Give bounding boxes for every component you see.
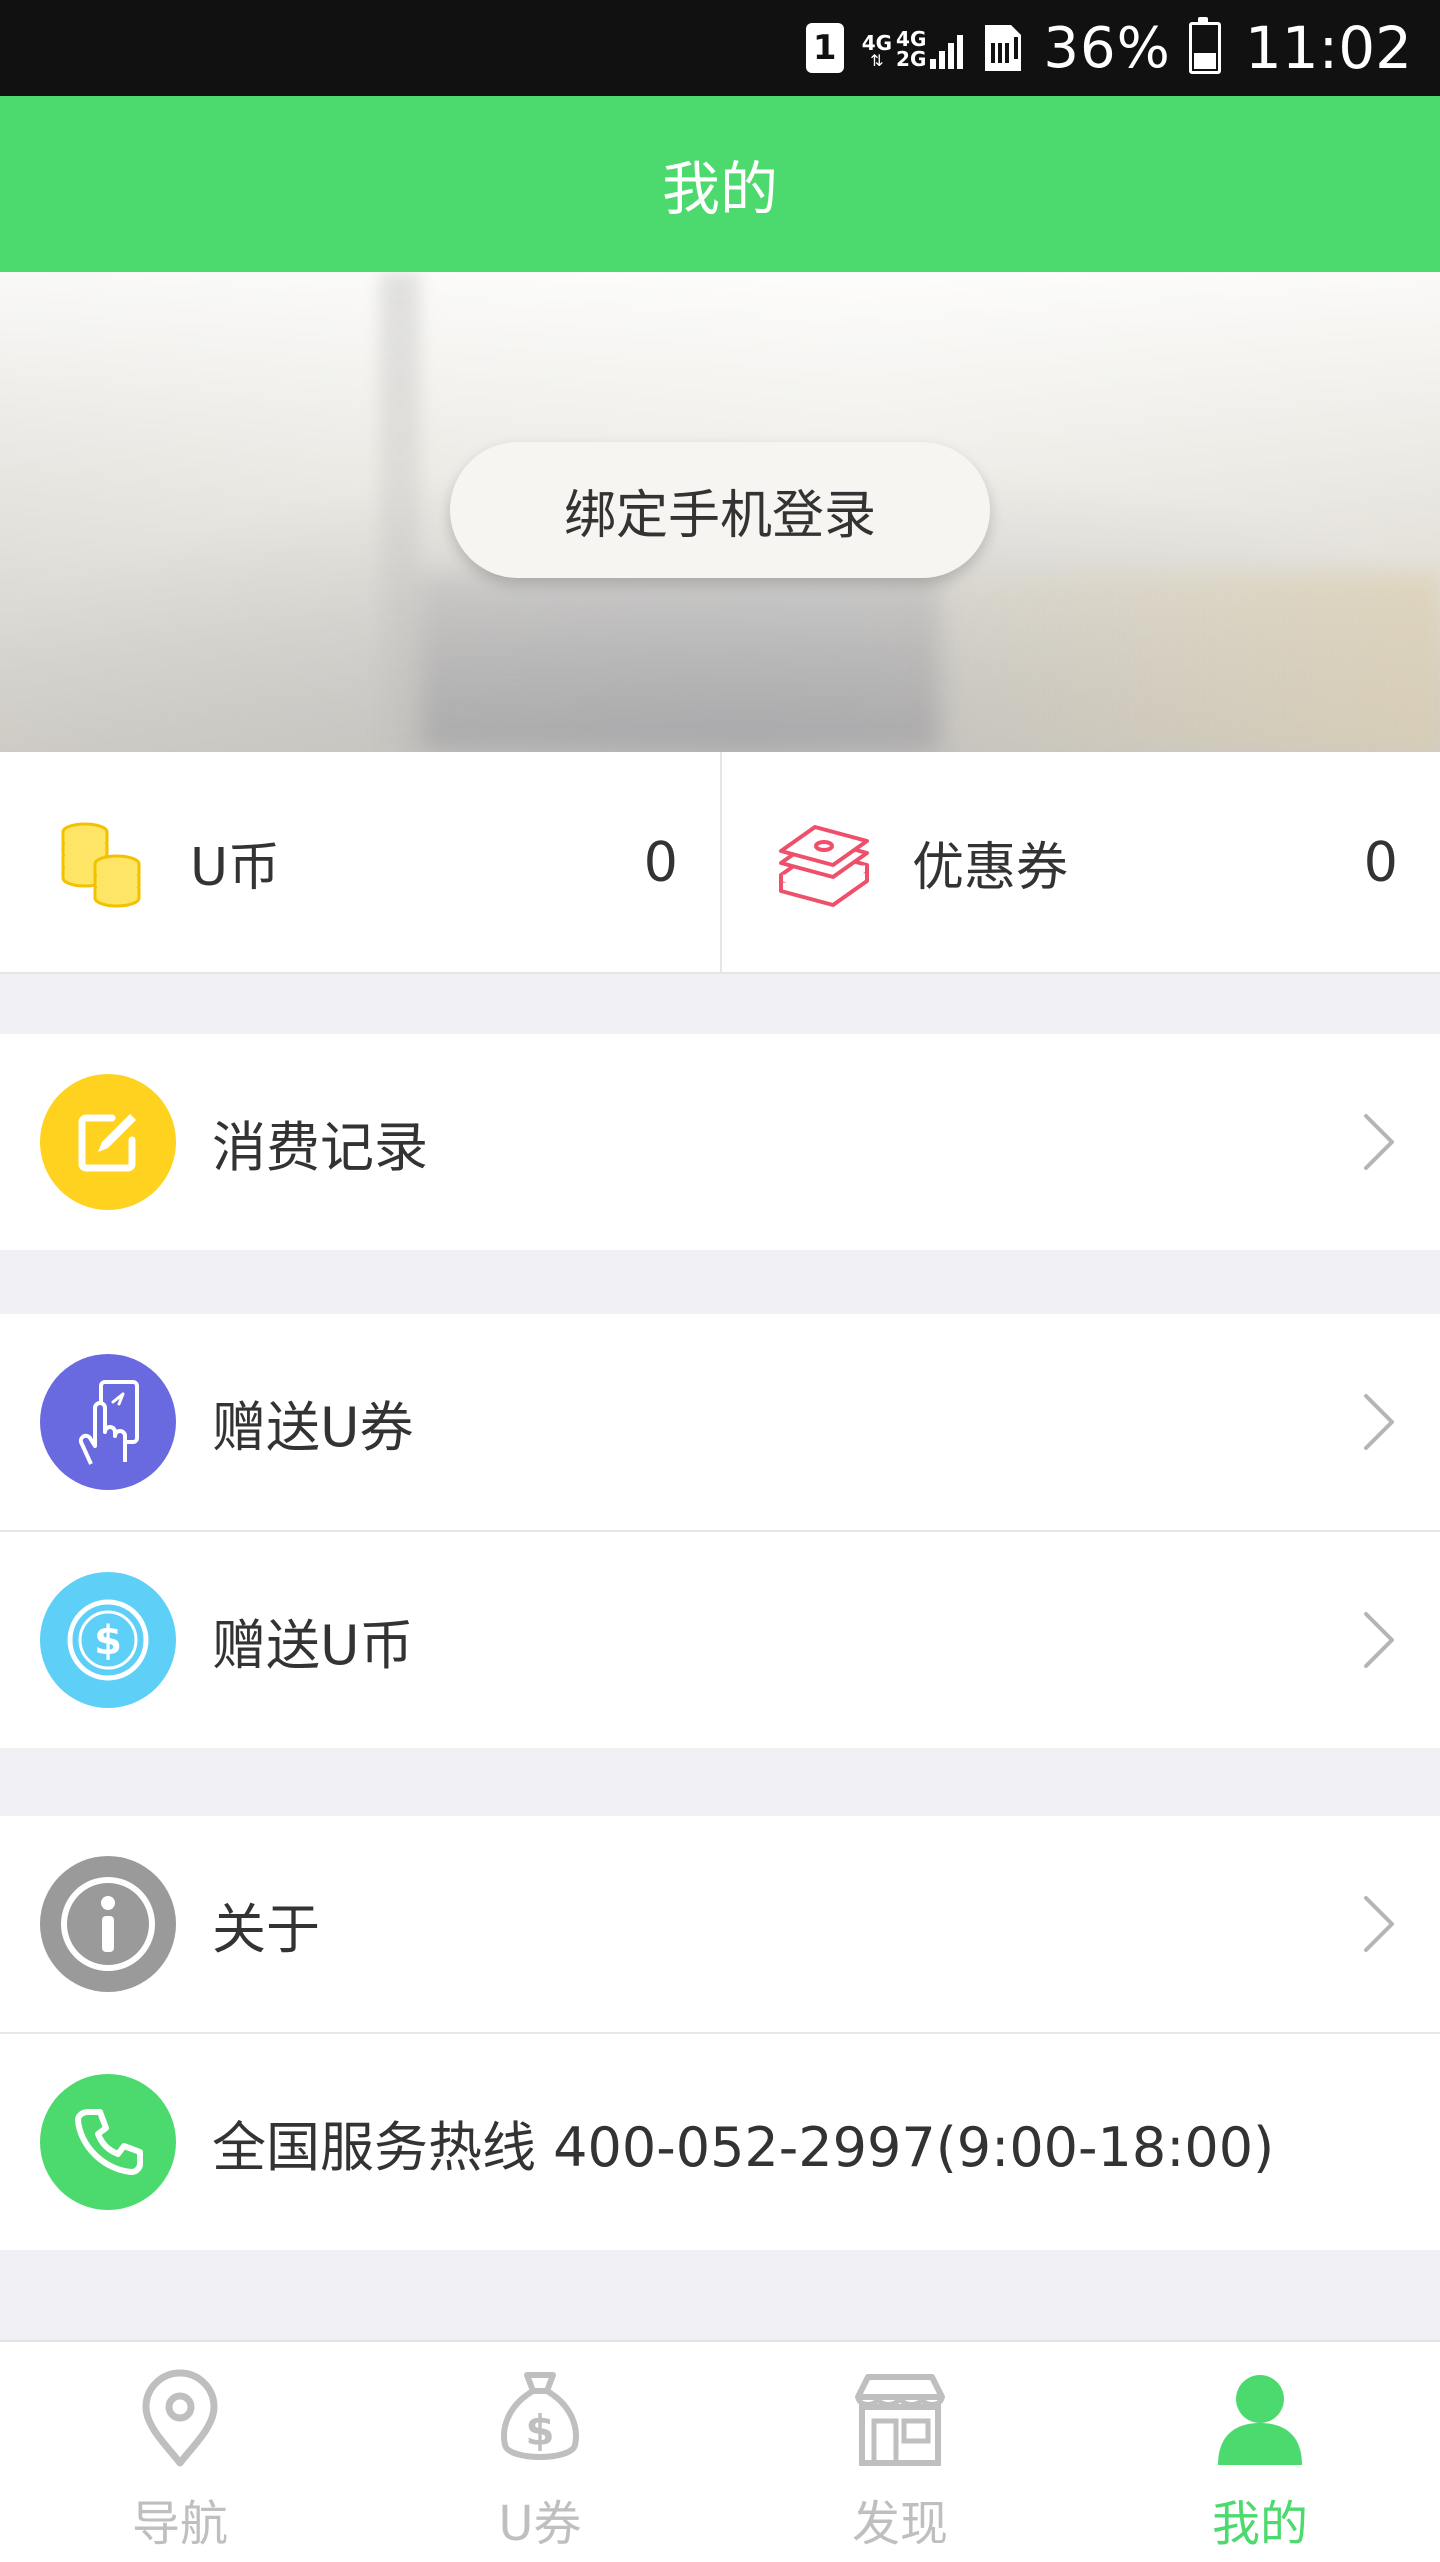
dollar-coin-icon: $ — [40, 1572, 176, 1708]
sim-signal-icon — [985, 25, 1022, 71]
menu-item-gift-coin[interactable]: $ 赠送U币 — [0, 1532, 1440, 1748]
bind-phone-login-button[interactable]: 绑定手机登录 — [450, 442, 990, 578]
chevron-right-icon — [1364, 1394, 1394, 1450]
chevron-right-icon — [1364, 1114, 1394, 1170]
bottom-nav: 导航 $ U券 发现 我的 — [0, 2340, 1440, 2562]
coupon-stack-icon — [768, 807, 878, 917]
about-label: 关于 — [212, 1897, 320, 1961]
tab-discover[interactable]: 发现 — [720, 2342, 1080, 2562]
network-type-3: 2G — [896, 47, 927, 71]
chevron-right-icon — [1364, 1896, 1394, 1952]
battery-icon — [1188, 17, 1221, 74]
menu-item-hotline[interactable]: 全国服务热线 400-052-2997(9:00-18:00) — [0, 2034, 1440, 2250]
coins-icon — [46, 807, 156, 917]
edit-icon — [40, 1074, 176, 1210]
coins-cell[interactable]: U币 0 — [0, 752, 720, 972]
chevron-right-icon — [1364, 1612, 1394, 1668]
person-icon — [1205, 2364, 1315, 2474]
svg-text:$: $ — [94, 1618, 122, 1664]
tab-coupons-label: U券 — [498, 2496, 582, 2552]
info-icon — [40, 1856, 176, 1992]
title-bar: 我的 — [0, 96, 1440, 272]
sim-card-icon: 1 — [805, 23, 844, 73]
battery-percent: 36% — [1043, 15, 1171, 81]
location-pin-icon — [125, 2364, 235, 2474]
signal-icon: 4G ⇅ 4G 2G — [862, 27, 964, 69]
coupons-cell[interactable]: 优惠券 0 — [720, 752, 1440, 972]
tab-navigation-label: 导航 — [131, 2496, 228, 2552]
menu-group-records: 消费记录 — [0, 1034, 1440, 1250]
network-type-1: 4G — [861, 31, 893, 55]
menu-group-gifts: 赠送U券 $ 赠送U币 — [0, 1314, 1440, 1748]
coins-label: U币 — [190, 837, 281, 898]
tab-navigation[interactable]: 导航 — [0, 2342, 360, 2562]
tab-mine[interactable]: 我的 — [1080, 2342, 1440, 2562]
signal-bars-icon — [930, 35, 964, 69]
assets-row: U币 0 优惠券 0 — [0, 752, 1440, 974]
status-icons: 1 4G ⇅ 4G 2G 36% 11:02 — [805, 0, 1412, 96]
status-bar: 1 4G ⇅ 4G 2G 36% 11:02 — [0, 0, 1440, 96]
page-title: 我的 — [661, 155, 778, 223]
tab-mine-label: 我的 — [1211, 2496, 1308, 2552]
money-bag-icon: $ — [485, 2364, 595, 2474]
network-type-2: 4G — [896, 27, 927, 51]
menu-item-records[interactable]: 消费记录 — [0, 1034, 1440, 1250]
coupons-label: 优惠券 — [912, 837, 1069, 898]
svg-text:$: $ — [525, 2406, 554, 2455]
tab-discover-label: 发现 — [851, 2496, 948, 2552]
menu-item-about[interactable]: 关于 — [0, 1816, 1440, 2034]
records-label: 消费记录 — [212, 1115, 428, 1179]
coins-value: 0 — [643, 830, 678, 894]
menu-group-info: 关于 全国服务热线 400-052-2997(9:00-18:00) — [0, 1816, 1440, 2250]
hand-swipe-icon — [40, 1354, 176, 1490]
gift-coin-label: 赠送U币 — [212, 1613, 414, 1677]
gift-coupon-label: 赠送U券 — [212, 1395, 414, 1459]
data-arrows-icon: ⇅ — [870, 51, 884, 70]
storefront-icon — [845, 2364, 955, 2474]
clock: 11:02 — [1244, 14, 1412, 82]
coupons-value: 0 — [1363, 830, 1398, 894]
hotline-label: 全国服务热线 400-052-2997(9:00-18:00) — [212, 2115, 1275, 2179]
phone-icon — [40, 2074, 176, 2210]
menu-item-gift-coupon[interactable]: 赠送U券 — [0, 1314, 1440, 1532]
tab-coupons[interactable]: $ U券 — [360, 2342, 720, 2562]
